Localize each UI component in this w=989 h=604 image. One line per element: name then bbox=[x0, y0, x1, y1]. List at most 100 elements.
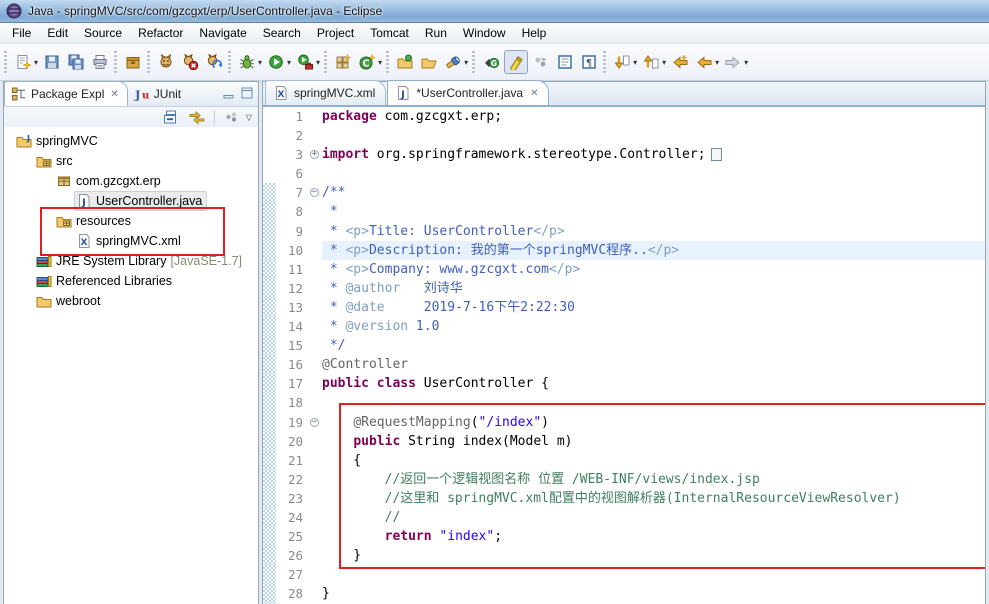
new-class-button[interactable]: C bbox=[356, 51, 378, 73]
view-menu-button[interactable] bbox=[221, 106, 243, 128]
code-text[interactable] bbox=[322, 393, 985, 412]
menu-help[interactable]: Help bbox=[514, 24, 555, 42]
menu-window[interactable]: Window bbox=[455, 24, 514, 42]
last-edit-location-button[interactable] bbox=[669, 51, 691, 73]
tree-item-jre-system-library[interactable]: JRE System Library [JavaSE-1.7] bbox=[4, 251, 258, 271]
editor-tab-usercontroller-java[interactable]: J *UserController.java ✕ bbox=[387, 80, 550, 105]
code-text[interactable]: * bbox=[322, 202, 985, 221]
tree-item-webroot[interactable]: webroot bbox=[4, 291, 258, 311]
run-external-tools-button[interactable] bbox=[294, 51, 316, 73]
new-class-dropdown-icon[interactable]: ▾ bbox=[378, 58, 382, 67]
code-text[interactable]: //返回一个逻辑视图名称 位置 /WEB-INF/views/index.jsp bbox=[322, 470, 985, 489]
code-text[interactable]: //这里和 springMVC.xml配置中的视图解析器(InternalRes… bbox=[322, 489, 985, 508]
folded-region-icon[interactable] bbox=[710, 148, 722, 162]
code-text[interactable]: */ bbox=[322, 336, 985, 355]
run-button[interactable] bbox=[265, 51, 287, 73]
code-text[interactable]: /** bbox=[322, 183, 985, 202]
code-text[interactable]: public class UserController { bbox=[322, 374, 985, 393]
toggle-breadcrumb-button[interactable]: G bbox=[480, 51, 502, 73]
close-icon[interactable]: ✕ bbox=[530, 88, 538, 99]
back-dropdown-icon[interactable]: ▾ bbox=[715, 58, 719, 67]
minimize-icon[interactable] bbox=[221, 85, 237, 101]
debug-dropdown-icon[interactable]: ▾ bbox=[258, 58, 262, 67]
code-text[interactable]: } bbox=[322, 546, 985, 565]
run-dropdown-icon[interactable]: ▾ bbox=[287, 58, 291, 67]
code-text[interactable]: * <p>Title: UserController</p> bbox=[322, 222, 985, 241]
close-icon[interactable]: ✕ bbox=[110, 89, 118, 100]
editor-tab-springmvc-xml[interactable]: XspringMVC.xml bbox=[265, 80, 387, 105]
fold-collapse-icon[interactable]: − bbox=[310, 417, 319, 427]
collapse-all-button[interactable] bbox=[159, 106, 181, 128]
new-wizard-button[interactable] bbox=[12, 51, 34, 73]
menu-file[interactable]: File bbox=[4, 24, 39, 42]
save-all-button[interactable] bbox=[65, 51, 87, 73]
menu-project[interactable]: Project bbox=[309, 24, 362, 42]
menu-run[interactable]: Run bbox=[417, 24, 455, 42]
tree-item-usercontroller-java[interactable]: J UserController.java bbox=[4, 191, 258, 211]
code-text[interactable] bbox=[322, 164, 985, 183]
print-button[interactable] bbox=[89, 51, 111, 73]
run-external-tools-dropdown-icon[interactable]: ▾ bbox=[316, 58, 320, 67]
code-text[interactable]: { bbox=[322, 451, 985, 470]
back-button[interactable] bbox=[693, 51, 715, 73]
annotation-ruler bbox=[263, 183, 276, 203]
code-text[interactable]: * @date 2019-7-16下午2:22:30 bbox=[322, 298, 985, 317]
tomcat-stop-button[interactable] bbox=[179, 51, 201, 73]
tomcat-start-button[interactable] bbox=[155, 51, 177, 73]
fold-expand-icon[interactable]: + bbox=[310, 150, 319, 160]
import-archive-button[interactable] bbox=[122, 51, 144, 73]
code-text[interactable]: @Controller bbox=[322, 355, 985, 374]
code-text[interactable] bbox=[322, 565, 985, 584]
maximize-icon[interactable] bbox=[239, 85, 255, 101]
forward-dropdown-icon[interactable]: ▾ bbox=[744, 58, 748, 67]
tree-item-com-gzcgxt-erp[interactable]: com.gzcgxt.erp bbox=[4, 171, 258, 191]
view-menu-dropdown-icon[interactable]: ▽ bbox=[246, 113, 252, 122]
show-source-button[interactable] bbox=[554, 51, 576, 73]
tree-item-resources[interactable]: resources bbox=[4, 211, 258, 231]
debug-button[interactable] bbox=[236, 51, 258, 73]
tomcat-restart-button[interactable] bbox=[203, 51, 225, 73]
code-text[interactable]: return "index"; bbox=[322, 527, 985, 546]
link-with-editor-button[interactable] bbox=[186, 106, 208, 128]
code-editor[interactable]: 1 package com.gzcgxt.erp; 2 3 + import org.sp… bbox=[263, 107, 985, 604]
view-tab-junit[interactable]: Ju JUnit bbox=[128, 82, 189, 106]
previous-annotation-button[interactable] bbox=[640, 51, 662, 73]
menu-tomcat[interactable]: Tomcat bbox=[362, 24, 417, 42]
new-java-project-button[interactable] bbox=[332, 51, 354, 73]
code-text[interactable]: } bbox=[322, 584, 985, 603]
fold-collapse-icon[interactable]: − bbox=[310, 188, 319, 198]
tree-item-springmvc-xml[interactable]: XspringMVC.xml bbox=[4, 231, 258, 251]
next-annotation-dropdown-icon[interactable]: ▾ bbox=[633, 58, 637, 67]
code-text[interactable]: * <p>Company: www.gzcgxt.com</p> bbox=[322, 260, 985, 279]
next-annotation-button[interactable] bbox=[611, 51, 633, 73]
tree-item-springmvc[interactable]: JspringMVC bbox=[4, 131, 258, 151]
search-dropdown-icon[interactable]: ▾ bbox=[464, 58, 468, 67]
code-text[interactable]: public String index(Model m) bbox=[322, 432, 985, 451]
search-button[interactable] bbox=[442, 51, 464, 73]
code-text[interactable]: @RequestMapping("/index") bbox=[322, 413, 985, 432]
forward-button[interactable] bbox=[722, 51, 744, 73]
code-text[interactable]: * @version 1.0 bbox=[322, 317, 985, 336]
code-text[interactable]: import org.springframework.stereotype.Co… bbox=[322, 145, 985, 164]
save-button[interactable] bbox=[41, 51, 63, 73]
code-text[interactable]: // bbox=[322, 508, 985, 527]
menu-refactor[interactable]: Refactor bbox=[130, 24, 191, 42]
tree-item-referenced-libraries[interactable]: Referenced Libraries bbox=[4, 271, 258, 291]
view-tab-package-expl[interactable]: Package Expl ✕ bbox=[4, 81, 128, 106]
code-text[interactable]: package com.gzcgxt.erp; bbox=[322, 107, 985, 126]
menu-navigate[interactable]: Navigate bbox=[191, 24, 254, 42]
menu-edit[interactable]: Edit bbox=[39, 24, 76, 42]
show-selected-element-button[interactable] bbox=[530, 51, 552, 73]
open-resource-button[interactable] bbox=[418, 51, 440, 73]
code-text[interactable] bbox=[322, 126, 985, 145]
show-whitespace-button[interactable]: ¶ bbox=[578, 51, 600, 73]
tree-item-src[interactable]: src bbox=[4, 151, 258, 171]
menu-source[interactable]: Source bbox=[76, 24, 130, 42]
new-wizard-dropdown-icon[interactable]: ▾ bbox=[34, 58, 38, 67]
previous-annotation-dropdown-icon[interactable]: ▾ bbox=[662, 58, 666, 67]
menu-search[interactable]: Search bbox=[255, 24, 309, 42]
open-type-button[interactable] bbox=[394, 51, 416, 73]
toggle-mark-occurrences-button[interactable] bbox=[504, 50, 529, 74]
code-text[interactable]: * <p>Description: 我的第一个springMVC程序..</p> bbox=[322, 240, 985, 260]
code-text[interactable]: * @author 刘诗华 bbox=[322, 279, 985, 298]
